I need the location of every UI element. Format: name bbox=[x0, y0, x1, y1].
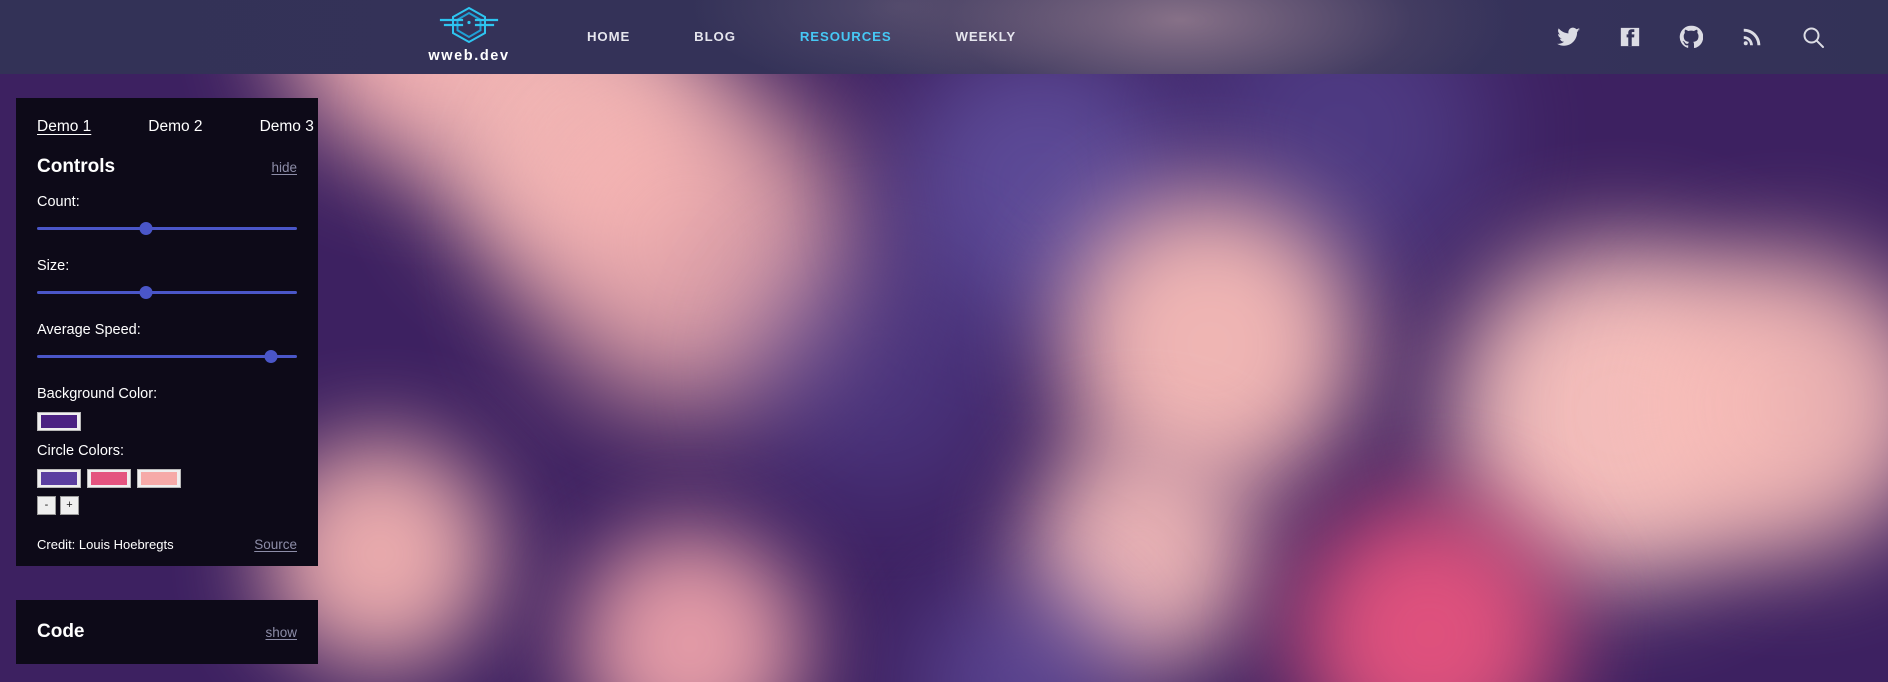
code-title: Code bbox=[37, 621, 85, 642]
background-color-label: Background Color: bbox=[37, 386, 158, 402]
background-color-fill bbox=[41, 415, 77, 428]
circle-colors-row bbox=[37, 469, 297, 488]
site-header: wweb.dev HOME BLOG RESOURCES WEEKLY bbox=[0, 0, 1888, 74]
background-color-row bbox=[37, 412, 297, 431]
circle-color-swatch-3[interactable] bbox=[137, 469, 181, 488]
circle-color-swatch-2[interactable] bbox=[87, 469, 131, 488]
controls-panel: Demo 1 Demo 2 Demo 3 Controls hide Count… bbox=[16, 98, 318, 566]
circle-blob bbox=[1060, 194, 1360, 494]
circle-colors-label: Circle Colors: bbox=[37, 443, 125, 459]
show-code-link[interactable]: show bbox=[265, 625, 297, 640]
size-slider-track bbox=[37, 291, 297, 294]
circle-blob bbox=[280, 74, 580, 164]
facebook-link[interactable] bbox=[1617, 24, 1643, 50]
social-links bbox=[1556, 0, 1826, 74]
hexagon-logo-icon bbox=[439, 6, 499, 44]
circle-color-fill-2 bbox=[91, 472, 127, 485]
facebook-icon bbox=[1620, 27, 1640, 47]
controls-title: Controls bbox=[37, 156, 116, 177]
rss-icon bbox=[1743, 28, 1761, 46]
size-label: Size: bbox=[37, 258, 70, 274]
tab-demo-3[interactable]: Demo 3 bbox=[260, 118, 314, 136]
github-icon bbox=[1679, 25, 1703, 49]
hide-controls-link[interactable]: hide bbox=[271, 160, 297, 175]
remove-color-button[interactable]: - bbox=[37, 496, 56, 515]
background-color-swatch[interactable] bbox=[37, 412, 81, 431]
nav-item-home[interactable]: HOME bbox=[555, 0, 662, 74]
circle-blob bbox=[1025, 439, 1255, 669]
twitter-link[interactable] bbox=[1556, 24, 1582, 50]
average-speed-slider[interactable] bbox=[37, 348, 297, 364]
circle-blob bbox=[915, 579, 1125, 682]
circle-color-fill-1 bbox=[41, 472, 77, 485]
demo-tabs: Demo 1 Demo 2 Demo 3 bbox=[37, 118, 314, 136]
circle-blob bbox=[575, 529, 805, 682]
main-navigation: HOME BLOG RESOURCES WEEKLY bbox=[555, 0, 1048, 74]
source-link[interactable]: Source bbox=[254, 537, 297, 552]
nav-item-weekly[interactable]: WEEKLY bbox=[924, 0, 1049, 74]
nav-item-blog[interactable]: BLOG bbox=[662, 0, 768, 74]
circle-blob bbox=[430, 74, 720, 279]
count-slider-thumb[interactable] bbox=[139, 222, 153, 235]
brand-name: wweb.dev bbox=[428, 48, 510, 64]
size-slider-thumb[interactable] bbox=[139, 286, 153, 299]
search-icon bbox=[1803, 27, 1824, 48]
rss-link[interactable] bbox=[1739, 24, 1765, 50]
credit-row: Credit: Louis Hoebregts Source bbox=[37, 537, 297, 552]
circle-color-swatch-1[interactable] bbox=[37, 469, 81, 488]
tab-demo-2[interactable]: Demo 2 bbox=[148, 118, 202, 136]
count-slider[interactable] bbox=[37, 220, 297, 236]
average-speed-label: Average Speed: bbox=[37, 322, 141, 338]
circle-color-fill-3 bbox=[141, 472, 177, 485]
brand-logo-link[interactable]: wweb.dev bbox=[413, 3, 525, 64]
circle-blob bbox=[525, 79, 855, 409]
credit-text: Credit: Louis Hoebregts bbox=[37, 537, 174, 552]
circle-color-count-controls: - + bbox=[37, 496, 297, 515]
circle-blob bbox=[1190, 74, 1490, 284]
github-link[interactable] bbox=[1678, 24, 1704, 50]
count-label: Count: bbox=[37, 194, 80, 210]
circle-blob bbox=[750, 244, 1010, 504]
circle-blob bbox=[1450, 244, 1790, 584]
search-button[interactable] bbox=[1800, 24, 1826, 50]
twitter-icon bbox=[1557, 27, 1580, 46]
circle-blob bbox=[1295, 499, 1565, 682]
code-panel: Code show bbox=[16, 600, 318, 664]
count-slider-track bbox=[37, 227, 297, 230]
circle-blob bbox=[895, 74, 1185, 329]
tab-demo-1[interactable]: Demo 1 bbox=[37, 118, 91, 136]
add-color-button[interactable]: + bbox=[60, 496, 79, 515]
size-slider[interactable] bbox=[37, 284, 297, 300]
nav-item-resources[interactable]: RESOURCES bbox=[768, 0, 924, 74]
controls-panel-header: Controls hide bbox=[37, 156, 297, 178]
circle-blob bbox=[1640, 254, 1888, 554]
average-speed-slider-thumb[interactable] bbox=[264, 350, 278, 363]
average-speed-slider-track bbox=[37, 355, 297, 358]
